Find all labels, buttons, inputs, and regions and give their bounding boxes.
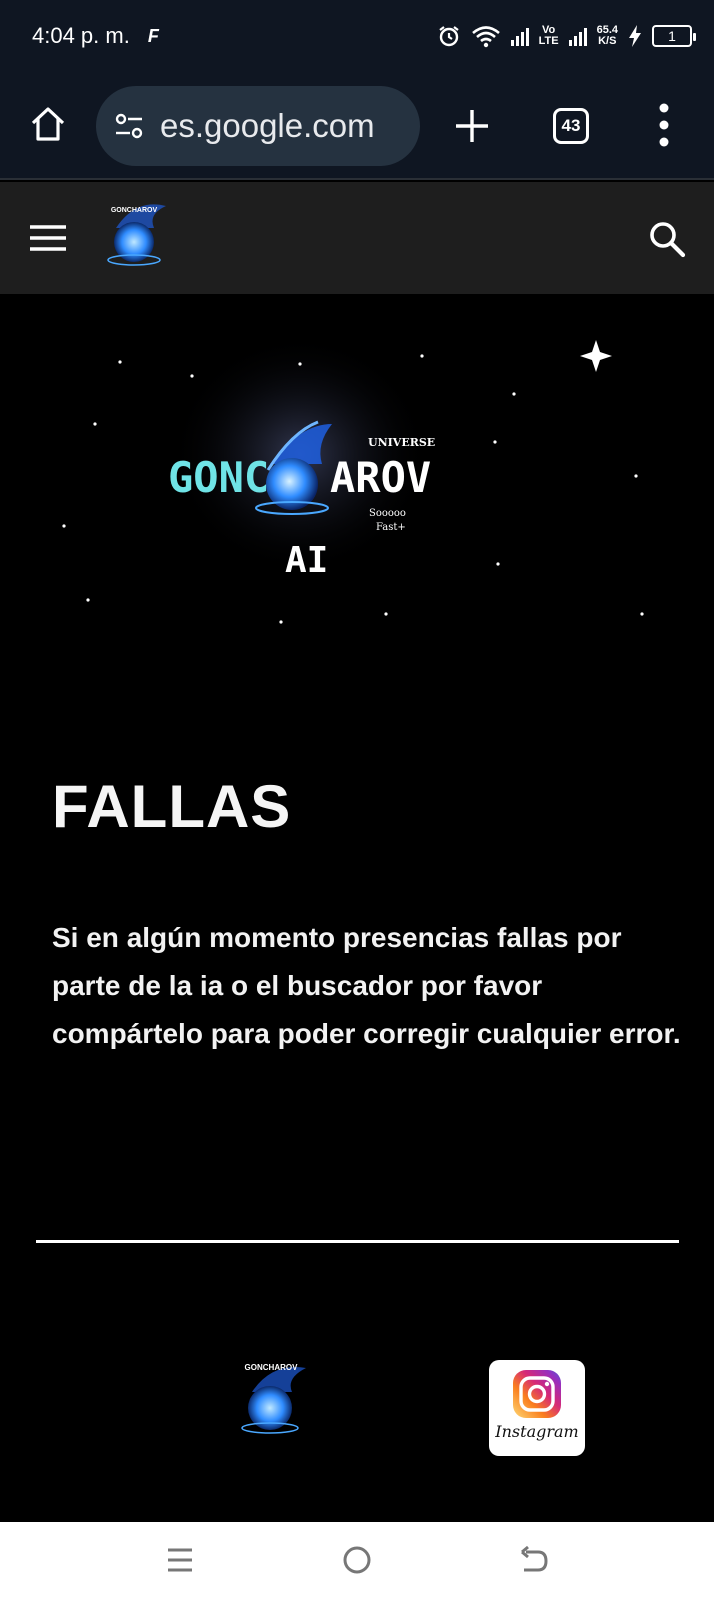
network-speed: 65.4 K/S [596,24,618,47]
brand-left-text: GONC [168,453,269,502]
more-options-icon[interactable] [658,102,670,148]
alarm-icon [438,26,459,47]
home-icon[interactable] [28,104,68,144]
hero-banner: GONC AROV UNIVERSE Sooooo Fast+ AI [0,294,714,694]
site-logo[interactable]: GONCHAROV [96,198,172,278]
system-navigation-bar [0,1522,714,1599]
brand-ai-text: AI [285,540,328,581]
signal-icon [510,26,529,46]
new-tab-icon[interactable] [452,106,492,146]
site-header: GONCHAROV [0,182,714,294]
url-text[interactable]: es.google.com [160,107,375,145]
instagram-label: Instagram [495,1422,579,1441]
wifi-icon [471,26,500,48]
hamburger-menu-icon[interactable] [30,224,66,252]
footer-logo[interactable]: GONCHAROV [228,1358,314,1446]
svg-text:GONCHAROV: GONCHAROV [245,1363,299,1372]
back-icon[interactable] [518,1544,550,1576]
site-settings-icon[interactable] [112,109,146,143]
signal-icon-2 [568,26,587,46]
recent-apps-icon[interactable] [164,1544,196,1576]
brand-tagline-soooo: Sooooo [369,508,406,519]
hero-logo: GONC AROV UNIVERSE Sooooo Fast+ AI [62,334,644,624]
tab-switcher-button[interactable]: 43 [553,108,589,144]
charging-icon [629,25,641,47]
home-circle-icon[interactable] [341,1544,373,1576]
page-title: FALLAS [52,773,292,840]
battery-icon: 1 [652,25,696,47]
app-notification-icon: F [147,25,159,46]
instagram-icon [513,1370,561,1418]
footer-divider [36,1240,679,1243]
brand-right-text: AROV [330,453,431,502]
page-description: Si en algún momento presencias fallas po… [52,922,681,1049]
svg-text:GONCHAROV: GONCHAROV [111,207,158,214]
search-icon[interactable] [648,220,686,258]
volte-badge: Vo LTE [538,24,559,47]
status-bar: 4:04 p. m. F Vo LTE 65.4 K/S 1 [0,0,714,72]
status-icons: Vo LTE 65.4 K/S 1 [437,24,696,48]
browser-toolbar: es.google.com 43 [0,72,714,180]
brand-tagline-universe: UNIVERSE [368,436,435,449]
address-bar[interactable]: es.google.com [96,86,420,166]
status-time: 4:04 p. m. [32,23,130,48]
instagram-link[interactable]: Instagram [489,1360,585,1456]
brand-tagline-fast: Fast+ [376,522,406,533]
